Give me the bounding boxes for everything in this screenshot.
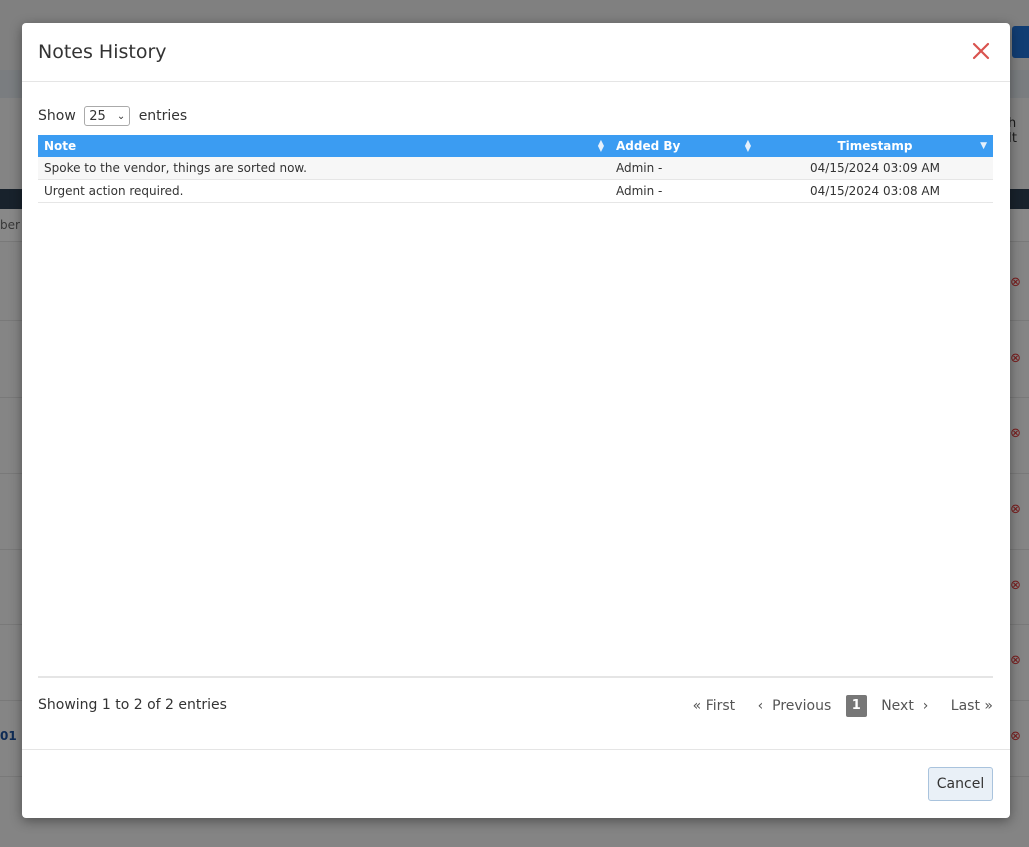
close-icon [972, 42, 990, 60]
table-row: Urgent action required. Admin - 04/15/20… [38, 179, 993, 203]
sort-both-icon: ▲ ▼ [597, 138, 604, 153]
timestamp-cell: 04/15/2024 03:08 AM [757, 179, 993, 203]
cancel-button[interactable]: Cancel [928, 767, 993, 801]
sort-both-icon: ▲ ▼ [744, 138, 751, 153]
column-header-label: Note [44, 139, 77, 153]
show-label: Show [38, 108, 76, 124]
timestamp-cell: 04/15/2024 03:09 AM [757, 157, 993, 180]
double-chevron-left-icon: « [692, 698, 702, 714]
column-header-label: Timestamp [837, 139, 913, 153]
column-header-timestamp[interactable]: Timestamp ▼ [757, 135, 993, 157]
table-divider [38, 676, 993, 678]
column-header-added-by[interactable]: Added By ▲ ▼ [610, 135, 757, 157]
note-cell: Spoke to the vendor, things are sorted n… [38, 157, 610, 180]
note-cell: Urgent action required. [38, 179, 610, 203]
last-page-button[interactable]: Last » [951, 698, 993, 714]
first-page-label: First [705, 698, 736, 714]
double-chevron-right-icon: » [984, 698, 993, 714]
chevron-left-icon: ‹ [757, 698, 764, 714]
notes-table: Note ▲ ▼ Added By ▲ ▼ Timestamp ▼ Spoke to… [38, 135, 993, 203]
column-header-label: Added By [616, 139, 681, 153]
added-by-cell: Admin - [610, 157, 757, 180]
added-by-cell: Admin - [610, 179, 757, 203]
notes-history-modal: Notes History Show 25 ⌄ entries Note ▲ ▼ … [22, 23, 1010, 818]
previous-page-label: Previous [772, 698, 832, 714]
current-page-button[interactable]: 1 [845, 695, 867, 717]
pagination: « First ‹ Previous 1 Next › Last » [679, 695, 993, 717]
table-header-row: Note ▲ ▼ Added By ▲ ▼ Timestamp ▼ [38, 135, 993, 157]
modal-footer: Cancel [22, 749, 1010, 819]
table-row: Spoke to the vendor, things are sorted n… [38, 157, 993, 180]
entries-length-control: Show 25 ⌄ entries [38, 105, 187, 127]
chevron-down-icon: ⌄ [116, 111, 126, 122]
sort-descending-icon: ▼ [980, 141, 987, 151]
table-info: Showing 1 to 2 of 2 entries [38, 697, 227, 713]
previous-page-button[interactable]: ‹ Previous [758, 698, 832, 714]
column-header-note[interactable]: Note ▲ ▼ [38, 135, 610, 157]
modal-header: Notes History [22, 23, 1010, 82]
last-page-label: Last [950, 698, 980, 714]
entries-per-page-select[interactable]: 25 ⌄ [84, 106, 131, 126]
first-page-button[interactable]: « First [693, 698, 736, 714]
entries-label: entries [138, 108, 188, 124]
next-page-label: Next [881, 698, 914, 714]
chevron-right-icon: › [922, 698, 929, 714]
modal-title: Notes History [38, 41, 167, 63]
entries-per-page-value: 25 [89, 109, 106, 124]
close-button[interactable] [970, 40, 992, 62]
next-page-button[interactable]: Next › [881, 698, 928, 714]
